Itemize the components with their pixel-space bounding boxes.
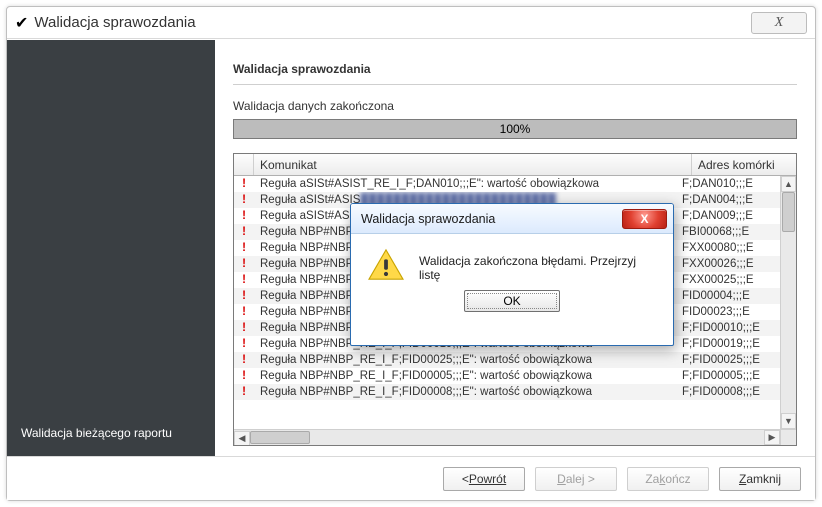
scroll-thumb-v[interactable] [782,192,795,232]
scroll-corner [780,429,796,445]
main-heading: Walidacja sprawozdania [233,62,797,76]
close-button[interactable]: Zamknij [719,467,801,491]
scroll-thumb-h[interactable] [250,431,310,444]
row-message: Reguła aSISt#ASIST_RE_I_F;DAN010;;;E": w… [254,176,676,192]
modal-message: Walidacja zakończona błędami. Przejrzyj … [419,248,657,282]
col-message[interactable]: Komunikat [254,154,692,175]
table-row[interactable]: !Reguła NBP#NBP_RE_I_F;FID00005;;;E": wa… [234,368,780,384]
divider [233,84,797,85]
row-address: F;FID00010;;;E [676,320,780,336]
back-button[interactable]: < Powrót [443,467,525,491]
table-header: Komunikat Adres komórki [234,154,796,176]
row-address: FXX00026;;;E [676,256,780,272]
modal-close-button[interactable]: X [622,209,667,229]
scroll-up-icon[interactable]: ▲ [781,176,796,192]
row-message: Reguła NBP#NBP_RE_I_F;FID00005;;;E": war… [254,368,676,384]
modal-titlebar: Walidacja sprawozdania X [351,204,673,234]
row-address: FXX00025;;;E [676,272,780,288]
col-address[interactable]: Adres komórki [692,154,796,175]
error-icon: ! [234,368,254,384]
sidebar: Walidacja bieżącego raportu [7,40,215,456]
table-row[interactable]: !Reguła aSISt#ASIST_RE_I_F;DAN010;;;E": … [234,176,780,192]
row-address: FBI00068;;;E [676,224,780,240]
row-message: Reguła NBP#NBP_RE_I_F;FID00025;;;E": war… [254,352,676,368]
modal-ok-button[interactable]: OK [464,290,560,312]
scroll-down-icon[interactable]: ▼ [781,413,796,429]
sidebar-status: Walidacja bieżącego raportu [21,426,205,440]
row-address: F;FID00008;;;E [676,384,780,400]
modal-dialog: Walidacja sprawozdania X Walidacja zakoń… [350,203,674,346]
error-icon: ! [234,176,254,192]
table-row[interactable]: !Reguła NBP#NBP_RE_I_F;FID00025;;;E": wa… [234,352,780,368]
row-address: F;DAN010;;;E [676,176,780,192]
error-icon: ! [234,304,254,320]
error-icon: ! [234,256,254,272]
vertical-scrollbar[interactable]: ▲ ▼ [780,176,796,429]
status-text: Walidacja danych zakończona [233,99,797,113]
finish-button: Zakończ [627,467,709,491]
table-row[interactable]: !Reguła NBP#NBP_RE_I_F;FID00008;;;E": wa… [234,384,780,400]
row-address: FID00023;;;E [676,304,780,320]
warning-icon [367,248,405,282]
error-icon: ! [234,288,254,304]
error-icon: ! [234,208,254,224]
error-icon: ! [234,352,254,368]
error-icon: ! [234,240,254,256]
row-message: Reguła NBP#NBP_RE_I_F;FID00008;;;E": war… [254,384,676,400]
col-flag[interactable] [234,154,254,175]
scroll-right-icon[interactable]: ▶ [764,430,780,445]
progress-bar: 100% [233,119,797,139]
row-address: F;FID00019;;;E [676,336,780,352]
error-icon: ! [234,272,254,288]
error-icon: ! [234,336,254,352]
row-address: F;DAN004;;;E [676,192,780,208]
row-address: F;FID00005;;;E [676,368,780,384]
titlebar: ✔ Walidacja sprawozdania X [7,7,815,39]
modal-footer: OK [351,290,673,324]
scroll-left-icon[interactable]: ◀ [234,431,250,446]
error-icon: ! [234,192,254,208]
error-icon: ! [234,320,254,336]
horizontal-scrollbar[interactable]: ◀ ▶ [234,429,780,445]
row-address: F;FID00025;;;E [676,352,780,368]
row-address: FID00004;;;E [676,288,780,304]
error-icon: ! [234,224,254,240]
footer: < Powrót Dalej > Zakończ Zamknij [7,456,815,500]
next-button: Dalej > [535,467,617,491]
check-icon: ✔ [15,13,28,33]
progress-value: 100% [500,122,531,136]
window-title: Walidacja sprawozdania [34,14,751,31]
modal-body: Walidacja zakończona błędami. Przejrzyj … [351,234,673,290]
error-icon: ! [234,384,254,400]
window-close-button[interactable]: X [751,12,807,34]
row-address: F;DAN009;;;E [676,208,780,224]
row-address: FXX00080;;;E [676,240,780,256]
modal-title: Walidacja sprawozdania [361,212,622,226]
